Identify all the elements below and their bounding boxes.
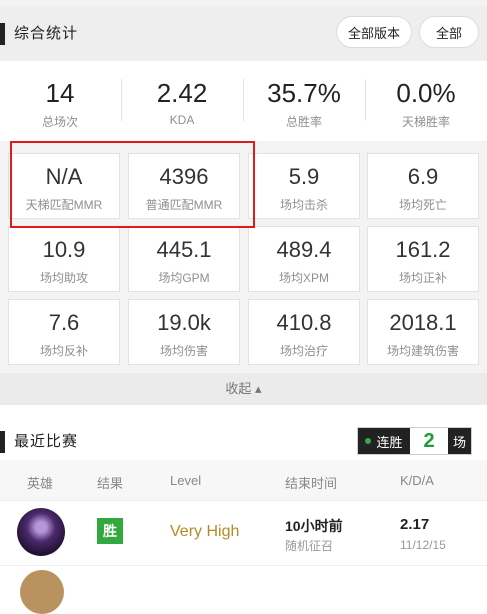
card-value: 19.0k	[157, 310, 211, 335]
all-button[interactable]: 全部	[419, 16, 479, 48]
summary-ladder-win-rate: 0.0% 天梯胜率	[366, 61, 486, 141]
card-label: 场均伤害	[159, 344, 208, 358]
section-marker	[0, 23, 5, 45]
card-label: 场均反补	[39, 344, 88, 358]
mmr-highlight-box	[10, 141, 255, 228]
match-row[interactable]	[0, 566, 487, 614]
recent-title: 最近比赛	[14, 433, 79, 450]
card-avg-kills: 5.9 场均击杀	[248, 153, 360, 219]
card-label: 场均治疗	[279, 344, 328, 358]
summary-stats: 14 总场次 2.42 KDA 35.7% 总胜率 0.0% 天梯胜率	[0, 61, 487, 141]
section-marker	[0, 431, 5, 453]
match-end-time: 10小时前	[285, 518, 343, 534]
col-level: Level	[170, 473, 202, 488]
card-value: 7.6	[48, 310, 80, 335]
card-label: 场均死亡	[398, 198, 447, 212]
summary-value: 0.0%	[396, 78, 456, 108]
card-avg-last-hits: 161.2 场均正补	[367, 226, 479, 292]
summary-label: KDA	[169, 113, 195, 127]
summary-label: 天梯胜率	[401, 115, 450, 129]
card-label: 场均正补	[398, 271, 447, 285]
collapse-button[interactable]: 收起 ▴	[0, 373, 487, 405]
streak-dot-icon	[365, 438, 372, 444]
summary-total-matches: 14 总场次	[0, 61, 120, 141]
card-avg-denies: 7.6 场均反补	[8, 299, 120, 365]
col-result: 结果	[97, 476, 124, 491]
card-avg-building-damage: 2018.1 场均建筑伤害	[367, 299, 479, 365]
recent-matches-header: 最近比赛 连胜 2 场	[0, 405, 487, 460]
streak-unit: 场	[448, 428, 471, 454]
card-label: 场均建筑伤害	[386, 344, 459, 358]
all-versions-button[interactable]: 全部版本	[336, 16, 412, 48]
col-end-time: 结束时间	[285, 476, 338, 491]
match-mode: 随机征召	[285, 539, 334, 553]
summary-kda: 2.42 KDA	[122, 61, 242, 141]
match-date: 11/12/15	[400, 538, 446, 552]
card-value: 6.9	[407, 164, 439, 189]
card-value: 410.8	[276, 310, 332, 335]
streak-label-box: 连胜	[358, 428, 410, 454]
summary-label: 总场次	[41, 115, 78, 129]
match-level: Very High	[170, 523, 240, 540]
match-kda: 2.17	[400, 516, 430, 533]
match-row[interactable]	[0, 501, 487, 566]
summary-label: 总胜率	[285, 115, 322, 129]
card-value: 10.9	[42, 237, 86, 262]
streak-label: 连胜	[376, 434, 403, 450]
stats-section-header: 综合统计 全部版本 全部	[0, 6, 487, 61]
hero-avatar	[17, 508, 65, 556]
card-label: 场均助攻	[39, 271, 88, 285]
stats-title: 综合统计	[14, 25, 79, 42]
card-avg-damage: 19.0k 场均伤害	[128, 299, 240, 365]
card-value: 5.9	[288, 164, 320, 189]
summary-value: 2.42	[156, 78, 208, 108]
card-value: 2018.1	[389, 310, 457, 335]
summary-value: 35.7%	[267, 78, 341, 108]
card-avg-healing: 410.8 场均治疗	[248, 299, 360, 365]
card-value: 445.1	[156, 237, 212, 262]
match-table-header: 英雄 结果 Level 结束时间 K/D/A	[0, 460, 487, 501]
card-avg-deaths: 6.9 场均死亡	[367, 153, 479, 219]
card-label: 场均GPM	[158, 271, 210, 285]
card-label: 场均击杀	[279, 198, 328, 212]
col-kda: K/D/A	[400, 473, 434, 488]
summary-win-rate: 35.7% 总胜率	[244, 61, 364, 141]
card-avg-gpm: 445.1 场均GPM	[128, 226, 240, 292]
card-avg-xpm: 489.4 场均XPM	[248, 226, 360, 292]
summary-value: 14	[45, 78, 75, 108]
card-avg-assists: 10.9 场均助攻	[8, 226, 120, 292]
card-value: 489.4	[276, 237, 332, 262]
result-win-badge: 胜	[97, 518, 123, 544]
streak-count: 2	[423, 429, 435, 452]
card-label: 场均XPM	[278, 271, 329, 285]
card-value: 161.2	[395, 237, 451, 262]
win-streak-badge: 连胜 2 场	[357, 427, 472, 455]
col-hero: 英雄	[27, 476, 54, 491]
